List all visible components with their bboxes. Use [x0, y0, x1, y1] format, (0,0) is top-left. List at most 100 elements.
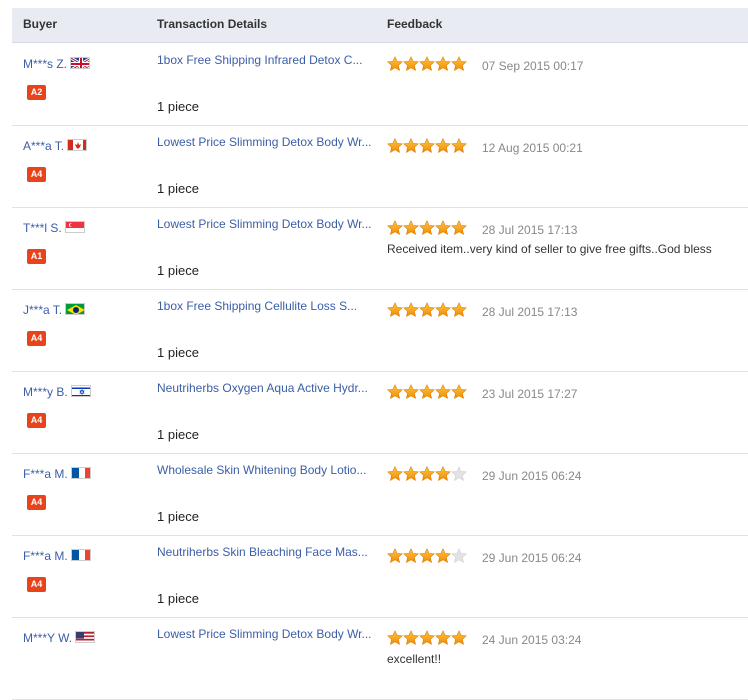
feedback-date: 07 Sep 2015 00:17 — [482, 59, 584, 73]
uk-flag-icon — [70, 57, 91, 69]
star-filled-icon — [419, 56, 435, 72]
star-rating — [387, 138, 467, 154]
quantity: 1 piece — [157, 591, 199, 606]
buyer-name-text: F***a M. — [23, 549, 68, 563]
star-filled-icon — [419, 466, 435, 482]
brazil-flag-icon — [65, 303, 86, 315]
star-filled-icon — [435, 630, 451, 646]
star-filled-icon — [419, 548, 435, 564]
star-filled-icon — [435, 302, 451, 318]
star-filled-icon — [451, 56, 467, 72]
quantity: 1 piece — [157, 263, 199, 278]
buyer-name[interactable]: J***a T. — [23, 303, 86, 317]
star-rating — [387, 630, 467, 646]
buyer-level-badge: A4 — [27, 413, 46, 428]
usa-flag-icon — [75, 631, 96, 643]
feedback-date: 28 Jul 2015 17:13 — [482, 305, 578, 319]
buyer-level-badge: A4 — [27, 577, 46, 592]
star-filled-icon — [419, 384, 435, 400]
buyer-name[interactable]: F***a M. — [23, 467, 91, 481]
buyer-name-text: M***s Z. — [23, 57, 68, 71]
table-row: M***Y W. Lowest Price Slimming Detox Body… — [12, 617, 748, 700]
star-filled-icon — [435, 56, 451, 72]
star-filled-icon — [451, 302, 467, 318]
star-filled-icon — [435, 220, 451, 236]
product-link[interactable]: Neutriherbs Oxygen Aqua Active Hydr... — [157, 380, 375, 397]
buyer-name[interactable]: M***s Z. — [23, 57, 91, 71]
star-filled-icon — [419, 220, 435, 236]
header-buyer: Buyer — [23, 17, 58, 31]
product-link[interactable]: Lowest Price Slimming Detox Body Wr... — [157, 216, 375, 233]
feedback-comment: Received item..very kind of seller to gi… — [387, 242, 712, 256]
star-filled-icon — [387, 56, 403, 72]
buyer-name[interactable]: M***Y W. — [23, 631, 96, 645]
star-rating — [387, 548, 467, 564]
star-filled-icon — [435, 138, 451, 154]
product-link[interactable]: Neutriherbs Skin Bleaching Face Mas... — [157, 544, 375, 561]
star-filled-icon — [451, 138, 467, 154]
france-flag-icon — [70, 467, 91, 479]
star-filled-icon — [451, 384, 467, 400]
star-rating — [387, 302, 467, 318]
buyer-name-text: A***a T. — [23, 139, 65, 153]
star-rating — [387, 384, 467, 400]
feedback-date: 23 Jul 2015 17:27 — [482, 387, 578, 401]
star-filled-icon — [403, 630, 419, 646]
buyer-level-badge: A4 — [27, 495, 46, 510]
buyer-name[interactable]: F***a M. — [23, 549, 91, 563]
star-filled-icon — [387, 466, 403, 482]
product-link[interactable]: Lowest Price Slimming Detox Body Wr... — [157, 134, 375, 151]
table-row: F***a M. A4 Neutriherbs Skin Bleaching Fac… — [12, 535, 748, 618]
buyer-name[interactable]: A***a T. — [23, 139, 88, 153]
star-filled-icon — [387, 138, 403, 154]
buyer-name-text: J***a T. — [23, 303, 63, 317]
canada-flag-icon — [67, 139, 88, 151]
feedback-date: 28 Jul 2015 17:13 — [482, 223, 578, 237]
quantity: 1 piece — [157, 345, 199, 360]
product-link[interactable]: 1box Free Shipping Infrared Detox C... — [157, 52, 375, 69]
star-filled-icon — [403, 466, 419, 482]
star-filled-icon — [419, 302, 435, 318]
star-filled-icon — [451, 630, 467, 646]
feedback-date: 24 Jun 2015 03:24 — [482, 633, 582, 647]
buyer-name-text: M***Y W. — [23, 631, 73, 645]
table-row: T***l S. A1 Lowest Price Slimming Detox Bo… — [12, 207, 748, 290]
israel-flag-icon — [70, 385, 91, 397]
star-rating — [387, 220, 467, 236]
star-filled-icon — [419, 138, 435, 154]
quantity: 1 piece — [157, 99, 199, 114]
header-feedback: Feedback — [387, 17, 443, 31]
table-row: A***a T. A4 Lowest Price Slimming Detox Bo… — [12, 125, 748, 208]
table-row: M***s Z. A2 1box Free Shipping Infrared De… — [12, 43, 748, 126]
buyer-name-text: F***a M. — [23, 467, 68, 481]
star-filled-icon — [387, 384, 403, 400]
feedback-comment: excellent!! — [387, 652, 442, 666]
star-filled-icon — [387, 630, 403, 646]
table-row: M***y B. A4 Neutriherbs Oxygen Aqua Active… — [12, 371, 748, 454]
star-filled-icon — [451, 220, 467, 236]
product-link[interactable]: 1box Free Shipping Cellulite Loss S... — [157, 298, 375, 315]
star-filled-icon — [435, 466, 451, 482]
feedback-date: 12 Aug 2015 00:21 — [482, 141, 583, 155]
buyer-name[interactable]: M***y B. — [23, 385, 91, 399]
header-transaction-details: Transaction Details — [157, 17, 268, 31]
star-rating — [387, 56, 467, 72]
buyer-name[interactable]: T***l S. — [23, 221, 85, 235]
star-filled-icon — [403, 384, 419, 400]
quantity: 1 piece — [157, 509, 199, 524]
star-filled-icon — [403, 548, 419, 564]
star-filled-icon — [403, 302, 419, 318]
star-filled-icon — [435, 384, 451, 400]
star-filled-icon — [435, 548, 451, 564]
buyer-level-badge: A2 — [27, 85, 46, 100]
buyer-level-badge: A4 — [27, 167, 46, 182]
table-row: J***a T. A4 1box Free Shipping Cellulite L… — [12, 289, 748, 372]
table-header: Buyer Transaction Details Feedback — [12, 8, 748, 43]
star-filled-icon — [387, 220, 403, 236]
singapore-flag-icon — [64, 221, 85, 233]
star-filled-icon — [387, 302, 403, 318]
product-link[interactable]: Wholesale Skin Whitening Body Lotio... — [157, 462, 375, 479]
star-filled-icon — [403, 56, 419, 72]
star-filled-icon — [403, 138, 419, 154]
product-link[interactable]: Lowest Price Slimming Detox Body Wr... — [157, 626, 375, 643]
